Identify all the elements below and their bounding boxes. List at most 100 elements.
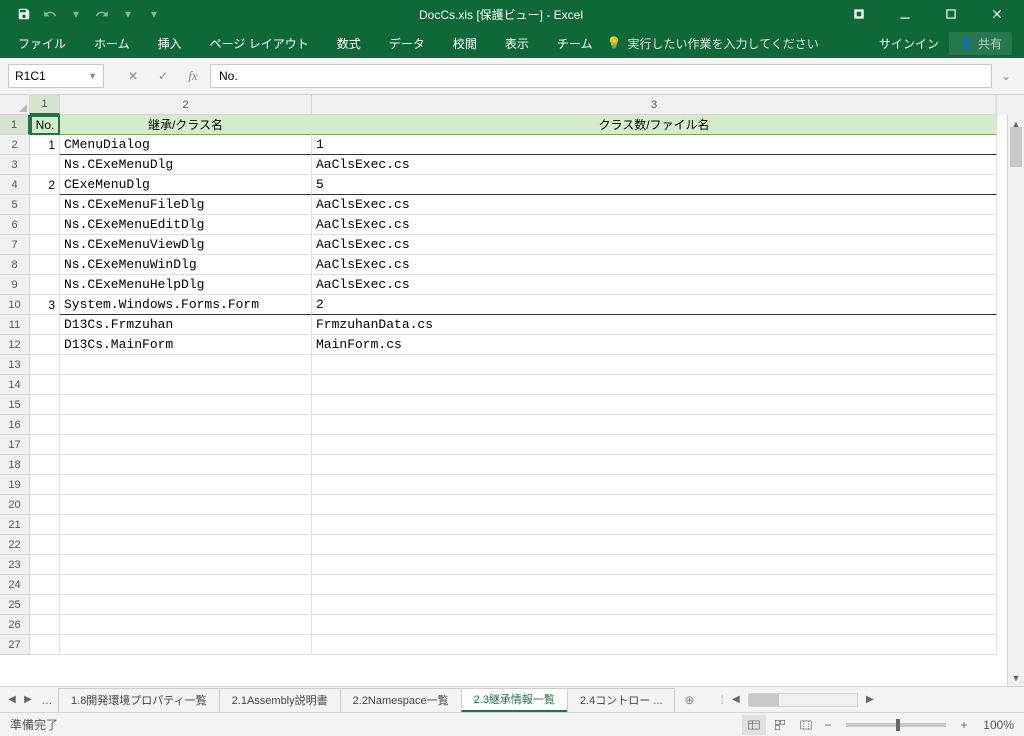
cell[interactable] <box>30 415 60 435</box>
tab-data[interactable]: データ <box>375 28 439 58</box>
cell[interactable] <box>30 255 60 275</box>
sheet-tab-1[interactable]: 1.8開発環境プロパティ一覧 <box>58 688 220 712</box>
cell[interactable] <box>312 635 997 655</box>
cell[interactable]: D13Cs.MainForm <box>60 335 312 355</box>
cell[interactable] <box>312 515 997 535</box>
cell[interactable] <box>30 155 60 175</box>
tab-next-icon[interactable]: ▶ <box>20 690 36 710</box>
cell[interactable]: 継承/クラス名 <box>60 115 312 135</box>
cell[interactable]: CMenuDialog <box>60 135 312 155</box>
cell[interactable]: 2 <box>312 295 997 315</box>
cell[interactable] <box>60 435 312 455</box>
cell[interactable] <box>312 455 997 475</box>
col-header-1[interactable]: 1 <box>30 95 60 115</box>
row-header[interactable]: 1 <box>0 115 30 135</box>
row-header[interactable]: 4 <box>0 175 30 195</box>
cell[interactable]: Ns.CExeMenuFileDlg <box>60 195 312 215</box>
cell[interactable] <box>312 355 997 375</box>
row-header[interactable]: 9 <box>0 275 30 295</box>
tell-me-search[interactable]: 💡 実行したい作業を入力してください <box>606 35 818 52</box>
view-normal-icon[interactable] <box>742 715 766 735</box>
row-header[interactable]: 5 <box>0 195 30 215</box>
view-pagebreak-icon[interactable] <box>794 715 818 735</box>
row-header[interactable]: 24 <box>0 575 30 595</box>
row-header[interactable]: 10 <box>0 295 30 315</box>
minimize-icon[interactable] <box>882 0 928 28</box>
cell[interactable] <box>312 375 997 395</box>
cell[interactable] <box>30 435 60 455</box>
cell[interactable] <box>30 615 60 635</box>
row-header[interactable]: 19 <box>0 475 30 495</box>
row-header[interactable]: 7 <box>0 235 30 255</box>
cell[interactable] <box>30 555 60 575</box>
cell[interactable] <box>60 375 312 395</box>
scroll-thumb[interactable] <box>1010 127 1022 167</box>
cell[interactable] <box>30 635 60 655</box>
cell[interactable] <box>30 375 60 395</box>
cell[interactable]: AaClsExec.cs <box>312 235 997 255</box>
row-header[interactable]: 21 <box>0 515 30 535</box>
cell[interactable] <box>30 215 60 235</box>
col-header-3[interactable]: 3 <box>312 95 997 115</box>
zoom-in-icon[interactable]: + <box>956 718 972 732</box>
cell[interactable] <box>30 395 60 415</box>
row-header[interactable]: 23 <box>0 555 30 575</box>
signin-link[interactable]: サインイン <box>879 35 939 52</box>
cell[interactable]: クラス数/ファイル名 <box>312 115 997 135</box>
vertical-scrollbar[interactable]: ▲ ▼ <box>1007 115 1024 686</box>
redo-dropdown-icon[interactable]: ▾ <box>116 2 140 26</box>
cell[interactable]: MainForm.cs <box>312 335 997 355</box>
cell[interactable]: FrmzuhanData.cs <box>312 315 997 335</box>
redo-icon[interactable] <box>90 2 114 26</box>
name-box[interactable]: ▼ <box>8 64 104 88</box>
save-icon[interactable] <box>12 2 36 26</box>
cell[interactable] <box>312 595 997 615</box>
cell[interactable] <box>30 575 60 595</box>
cell[interactable] <box>60 415 312 435</box>
row-header[interactable]: 8 <box>0 255 30 275</box>
undo-icon[interactable] <box>38 2 62 26</box>
row-header[interactable]: 14 <box>0 375 30 395</box>
cell[interactable] <box>60 575 312 595</box>
cell[interactable] <box>312 475 997 495</box>
cell[interactable] <box>60 455 312 475</box>
row-header[interactable]: 26 <box>0 615 30 635</box>
zoom-out-icon[interactable]: − <box>820 718 836 732</box>
cell[interactable] <box>60 595 312 615</box>
sheet-tab-5[interactable]: 2.4コントロー ... <box>567 688 676 712</box>
row-header[interactable]: 22 <box>0 535 30 555</box>
cell[interactable] <box>312 615 997 635</box>
row-header[interactable]: 17 <box>0 435 30 455</box>
cell[interactable]: 1 <box>312 135 997 155</box>
row-header[interactable]: 3 <box>0 155 30 175</box>
row-header[interactable]: 27 <box>0 635 30 655</box>
select-all-button[interactable] <box>0 95 30 115</box>
cell[interactable]: 2 <box>30 175 60 195</box>
horizontal-scrollbar[interactable] <box>748 693 858 707</box>
cell[interactable] <box>30 535 60 555</box>
tab-home[interactable]: ホーム <box>80 28 144 58</box>
cell[interactable]: System.Windows.Forms.Form <box>60 295 312 315</box>
maximize-icon[interactable] <box>928 0 974 28</box>
cell[interactable] <box>312 535 997 555</box>
row-header[interactable]: 11 <box>0 315 30 335</box>
add-sheet-icon[interactable]: ⊕ <box>678 689 700 711</box>
cell[interactable]: CExeMenuDlg <box>60 175 312 195</box>
row-header[interactable]: 25 <box>0 595 30 615</box>
sheet-tab-2[interactable]: 2.1Assembly説明書 <box>219 688 341 712</box>
name-box-input[interactable] <box>15 69 75 83</box>
cell[interactable] <box>30 195 60 215</box>
h-scroll-right-icon[interactable]: ▶ <box>862 690 878 710</box>
formula-input[interactable]: No. <box>210 64 992 88</box>
cell[interactable] <box>60 555 312 575</box>
row-header[interactable]: 12 <box>0 335 30 355</box>
cell[interactable] <box>60 475 312 495</box>
sheet-tab-4[interactable]: 2.3継承情報一覧 <box>461 688 568 712</box>
h-scroll-left-icon[interactable]: ◀ <box>728 690 744 710</box>
cell[interactable]: D13Cs.Frmzuhan <box>60 315 312 335</box>
name-box-dropdown-icon[interactable]: ▼ <box>88 71 97 81</box>
expand-formula-bar-icon[interactable]: ⌄ <box>996 69 1016 83</box>
tab-team[interactable]: チーム <box>543 28 607 58</box>
cell[interactable] <box>30 455 60 475</box>
view-pagelayout-icon[interactable] <box>768 715 792 735</box>
